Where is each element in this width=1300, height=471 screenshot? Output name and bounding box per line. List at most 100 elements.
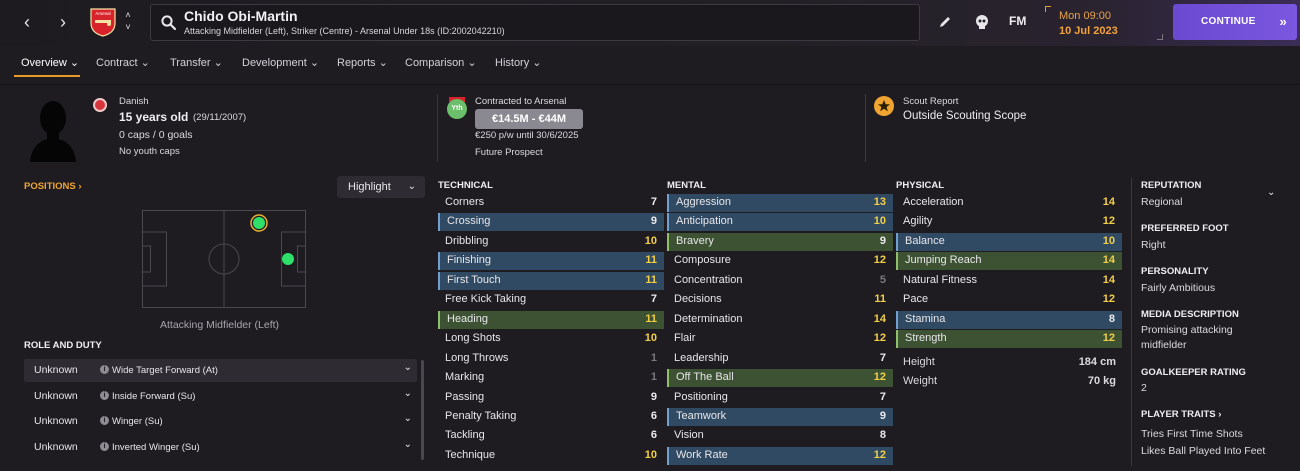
tab-development-label: Development [242, 57, 307, 69]
attribute-value: 9 [650, 215, 657, 228]
attribute-row[interactable]: Leadership 7 [667, 350, 893, 368]
tab-transfer[interactable]: Transfer ⌄ [170, 56, 223, 69]
tab-development[interactable]: Development ⌄ [242, 56, 319, 69]
skull-icon[interactable] [972, 12, 992, 32]
role-row[interactable]: Unknown i Inverted Winger (Su) ⌄ [24, 436, 417, 459]
role-list-scrollbar[interactable] [421, 360, 424, 460]
info-icon: i [100, 416, 109, 425]
edit-pencil-icon[interactable] [935, 12, 955, 32]
attribute-row[interactable]: Agility 12 [896, 213, 1122, 231]
club-badge-icon[interactable]: Arsenal [89, 7, 117, 37]
chevron-down-icon: ⌄ [69, 57, 80, 69]
tab-reports[interactable]: Reports ⌄ [337, 56, 388, 69]
tab-overview[interactable]: Overview ⌄ [21, 56, 79, 69]
attribute-row[interactable]: Pace 12 [896, 291, 1122, 309]
tab-contract[interactable]: Contract ⌄ [96, 56, 150, 69]
tab-comparison-label: Comparison [405, 57, 465, 69]
fm-logo[interactable]: FM [1009, 14, 1026, 28]
attribute-label: Vision [674, 429, 704, 442]
date-display[interactable]: Mon 09:00 10 Jul 2023 [1045, 6, 1163, 40]
chevron-down-icon: ⌄ [467, 57, 477, 69]
chevron-down-icon: ⌄ [403, 439, 412, 450]
date-day: Mon 09:00 [1059, 10, 1111, 22]
attribute-row[interactable]: Long Throws 1 [438, 350, 664, 368]
attribute-row[interactable]: Teamwork 9 [667, 407, 893, 426]
scout-report-label: Scout Report [903, 96, 959, 107]
attribute-row[interactable]: Anticipation 10 [667, 213, 893, 232]
attribute-label: Composure [674, 254, 731, 267]
role-row[interactable]: Unknown i Wide Target Forward (At) ⌄ [24, 359, 417, 382]
player-caps: 0 caps / 0 goals [119, 129, 193, 141]
attribute-row[interactable]: Dribbling 10 [438, 233, 664, 251]
attribute-row[interactable]: Balance 10 [896, 232, 1122, 251]
attribute-label: Aggression [676, 196, 732, 208]
weight-label: Weight [903, 375, 938, 387]
attribute-row[interactable]: Crossing 9 [438, 213, 664, 232]
attribute-value: 7 [650, 293, 657, 306]
role-row[interactable]: Unknown i Winger (Su) ⌄ [24, 410, 417, 433]
attribute-row[interactable]: Tackling 6 [438, 427, 664, 445]
positions-title[interactable]: POSITIONS › [24, 181, 82, 192]
attribute-row[interactable]: Finishing 11 [438, 252, 664, 271]
value-range[interactable]: €14.5M - €44M [475, 109, 583, 129]
tab-history-label: History [495, 57, 530, 69]
date-corner-top [1045, 6, 1051, 12]
attribute-label: Crossing [447, 215, 491, 228]
highlight-dropdown[interactable]: Highlight ⌄ [337, 176, 425, 198]
role-name: Winger (Su) [112, 416, 163, 427]
attribute-row[interactable]: Determination 14 [667, 311, 893, 329]
attribute-label: Acceleration [903, 196, 964, 208]
attribute-row[interactable]: Long Shots 10 [438, 330, 664, 348]
attribute-row[interactable]: Composure 12 [667, 252, 893, 270]
player-search-box[interactable]: Chido Obi-Martin Attacking Midfielder (L… [150, 4, 920, 41]
attribute-row[interactable]: Free Kick Taking 7 [438, 291, 664, 309]
attribute-value: 9 [650, 390, 657, 403]
attribute-row[interactable]: Technique 10 [438, 447, 664, 465]
forward-arrow-icon[interactable]: › [53, 12, 73, 32]
attribute-row[interactable]: Heading 11 [438, 310, 664, 329]
tab-comparison[interactable]: Comparison ⌄ [405, 56, 477, 69]
continue-button[interactable]: CONTINUE » [1173, 4, 1297, 40]
attribute-row[interactable]: Strength 12 [896, 330, 1122, 349]
attribute-row[interactable]: Corners 7 [438, 194, 664, 212]
back-arrow-icon[interactable]: ‹ [17, 12, 37, 32]
attribute-label: Leadership [674, 351, 729, 364]
attribute-label: Bravery [676, 234, 714, 247]
chevron-down-icon: ⌄ [403, 388, 412, 399]
player-scroll-updown-icon[interactable]: ˄ ˅ [122, 9, 134, 37]
attribute-row[interactable]: Flair 12 [667, 330, 893, 348]
tab-transfer-label: Transfer [170, 57, 211, 69]
attribute-row[interactable]: Jumping Reach 14 [896, 252, 1122, 271]
attribute-row[interactable]: Concentration 5 [667, 272, 893, 290]
double-chevron-right-icon: » [1279, 14, 1287, 29]
attribute-label: Concentration [674, 273, 743, 286]
height-value: 184 cm [1078, 356, 1116, 368]
attribute-row[interactable]: Work Rate 12 [667, 446, 893, 465]
attribute-row[interactable]: First Touch 11 [438, 271, 664, 290]
attribute-row[interactable]: Marking 1 [438, 369, 664, 387]
attribute-row[interactable]: Vision 8 [667, 427, 893, 445]
tab-history[interactable]: History ⌄ [495, 56, 542, 69]
attribute-label: Work Rate [676, 448, 728, 461]
search-icon [161, 15, 177, 31]
attribute-row[interactable]: Natural Fitness 14 [896, 272, 1122, 290]
attribute-value: 7 [650, 196, 657, 208]
attribute-row[interactable]: Aggression 13 [667, 194, 893, 212]
player-traits-label[interactable]: PLAYER TRAITS › [1141, 409, 1221, 420]
attribute-row[interactable]: Stamina 8 [896, 310, 1122, 329]
tab-contract-label: Contract [96, 57, 138, 69]
attribute-row[interactable]: Off The Ball 12 [667, 369, 893, 388]
role-row[interactable]: Unknown i Inside Forward (Su) ⌄ [24, 385, 417, 408]
attribute-row[interactable]: Passing 9 [438, 389, 664, 407]
attribute-row[interactable]: Decisions 11 [667, 291, 893, 309]
attribute-label: Long Shots [445, 332, 501, 345]
attribute-row[interactable]: Penalty Taking 6 [438, 408, 664, 426]
youth-badge: Yth [447, 99, 467, 119]
pitch-diagram[interactable] [142, 210, 306, 308]
attribute-label: Free Kick Taking [445, 293, 527, 306]
attribute-row[interactable]: Acceleration 14 [896, 194, 1122, 212]
attribute-row[interactable]: Positioning 7 [667, 389, 893, 407]
attribute-label: Strength [905, 332, 947, 345]
attribute-row[interactable]: Bravery 9 [667, 232, 893, 251]
tab-divider [0, 84, 1300, 85]
